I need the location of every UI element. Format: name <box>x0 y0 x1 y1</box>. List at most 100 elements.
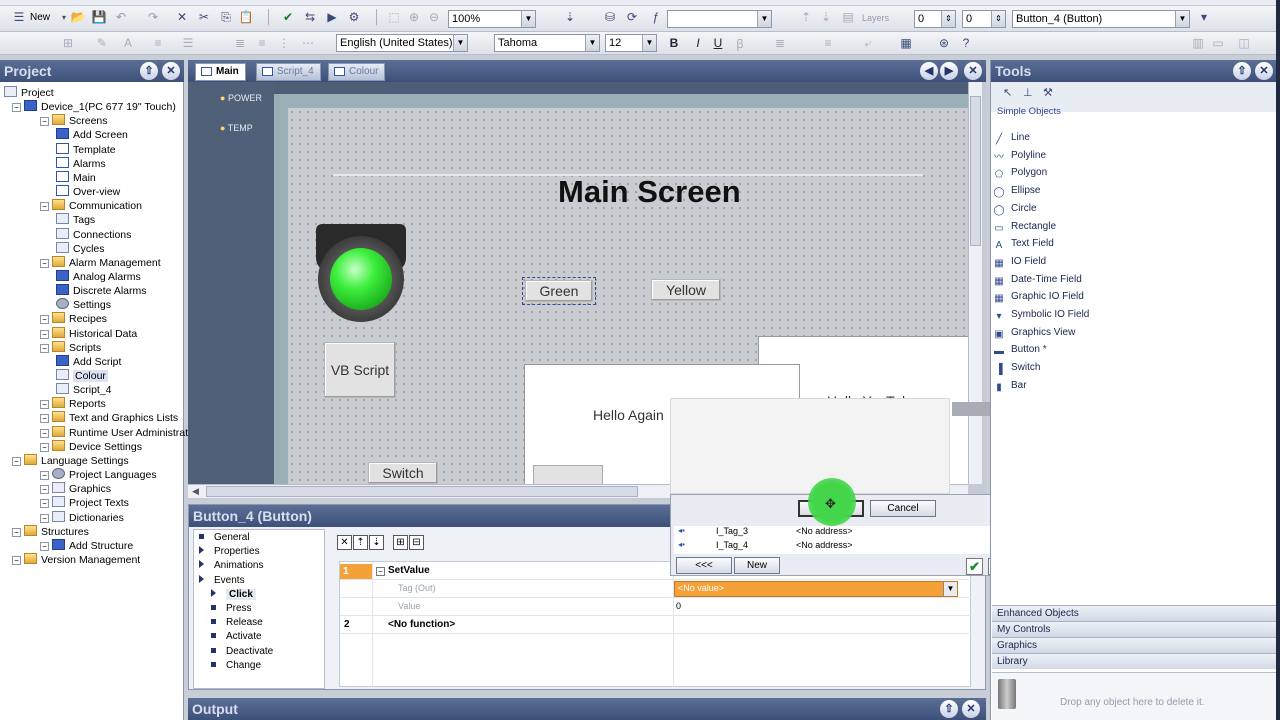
pointer-icon[interactable]: ↖ <box>1003 86 1012 99</box>
text-rotate-icon[interactable]: ꞵ <box>732 35 748 51</box>
expand-toggle-icon[interactable]: − <box>40 428 49 438</box>
runtime-icon[interactable]: ▶ <box>324 9 340 25</box>
underline-button[interactable]: U <box>710 35 726 51</box>
pin-icon[interactable]: ⇧ <box>1233 62 1251 80</box>
paste-icon[interactable]: 📋 <box>238 9 254 25</box>
layer-icon[interactable]: ▤ <box>840 9 856 25</box>
tree-item[interactable]: − Alarm Management <box>40 255 161 270</box>
properties-nav-item[interactable]: Animations <box>199 560 263 571</box>
expand-toggle-icon[interactable]: − <box>40 499 49 509</box>
tool-item[interactable]: ▮ Bar <box>992 377 1026 394</box>
align-tool-icon[interactable]: ⊥ <box>1023 86 1033 99</box>
tree-item[interactable]: − Dictionaries <box>40 510 124 525</box>
properties-nav-item[interactable]: Activate <box>211 631 262 642</box>
text-align-icon[interactable]: ≣ <box>772 35 788 51</box>
scroll-thumb[interactable] <box>970 96 981 246</box>
tool-item[interactable]: ⬠ Polygon <box>992 164 1048 181</box>
new-icon[interactable]: ☰ <box>12 9 26 25</box>
tools-category[interactable]: Enhanced Objects <box>992 605 1276 621</box>
align-left-icon[interactable]: ⊞ <box>60 35 76 51</box>
expand-toggle-icon[interactable]: − <box>40 414 49 424</box>
tree-item[interactable]: − Project Languages <box>40 468 157 482</box>
expand-toggle-icon[interactable]: − <box>40 117 49 127</box>
tree-item[interactable]: − Device Settings <box>40 439 142 454</box>
font-select[interactable]: Tahoma ▼ <box>494 34 600 52</box>
window-split-icon[interactable]: ◫ <box>1236 35 1252 51</box>
font-size-select[interactable]: 12 ▼ <box>605 34 657 52</box>
properties-nav-item[interactable]: Events <box>199 574 245 586</box>
function-icon[interactable]: ƒ <box>648 9 664 25</box>
expand-toggle-icon[interactable]: − <box>40 400 49 410</box>
text-wrap-icon[interactable]: ⤶ <box>860 35 876 51</box>
properties-icon[interactable]: ▾ <box>1196 9 1212 25</box>
tree-item[interactable]: Alarms <box>56 156 106 171</box>
hscroll-thumb[interactable] <box>206 486 638 497</box>
table-row[interactable]: Value 0 <box>340 599 972 616</box>
layer-down-icon[interactable]: ⇣ <box>818 9 834 25</box>
tree-item[interactable]: − Recipes <box>40 312 107 326</box>
yellow-button[interactable]: Yellow <box>651 279 721 301</box>
vb-script-button[interactable]: VB Script <box>324 342 396 398</box>
tab-script4[interactable]: Script_4 <box>256 63 321 81</box>
tree-item[interactable]: Discrete Alarms <box>56 284 147 298</box>
italic-button[interactable]: I <box>690 35 706 51</box>
expand-toggle-icon[interactable]: − <box>40 471 49 481</box>
cut-icon[interactable]: ✂ <box>196 9 212 25</box>
tree-item[interactable]: − Scripts <box>40 340 101 355</box>
expand-toggle-icon[interactable]: − <box>40 485 49 495</box>
expand-icon[interactable]: ⊞ <box>393 535 408 550</box>
bold-button[interactable]: B <box>666 35 682 51</box>
expand-toggle-icon[interactable]: − <box>12 456 21 466</box>
tree-item[interactable]: − Structures <box>12 524 89 539</box>
tab-prev-icon[interactable]: ◀ <box>920 62 938 80</box>
table-row[interactable]: 2 <No function> <box>340 617 972 634</box>
tree-item[interactable]: − Project Texts <box>40 496 129 510</box>
object-combo[interactable]: ▼ <box>667 10 772 28</box>
expand-toggle-icon[interactable]: − <box>40 442 49 452</box>
fill-color-icon[interactable]: A <box>120 35 136 51</box>
expand-toggle-icon[interactable]: − <box>12 527 21 537</box>
tree-item[interactable]: Cycles <box>56 241 105 256</box>
expand-toggle-icon[interactable]: − <box>40 315 49 325</box>
tree-item[interactable]: Connections <box>56 227 131 242</box>
simulate-icon[interactable]: ⚙ <box>346 9 362 25</box>
open-icon[interactable]: 📂 <box>70 9 86 25</box>
transfer-icon[interactable]: ⇆ <box>302 9 318 25</box>
distribute-icon[interactable]: ⋮ <box>276 35 292 51</box>
text-valign-icon[interactable]: ≡ <box>820 35 836 51</box>
properties-nav-item[interactable]: Release <box>211 617 263 628</box>
align-icon[interactable]: ≣ <box>232 35 248 51</box>
layer-up-icon[interactable]: ⇡ <box>798 9 814 25</box>
copy-icon[interactable]: ⎘ <box>218 9 234 25</box>
line-style-icon[interactable]: ≡ <box>150 35 166 51</box>
delete-icon[interactable]: ✕ <box>174 9 190 25</box>
table-row[interactable]: Tag (Out) <No value> ▼ <box>340 581 972 598</box>
tool-item[interactable]: ◯ Circle <box>992 200 1036 217</box>
save-icon[interactable]: 💾 <box>91 9 107 25</box>
back-button[interactable]: <<< <box>676 557 732 574</box>
tools-category[interactable]: Library <box>992 653 1276 669</box>
tree-item[interactable]: Script_4 <box>56 383 112 397</box>
tree-item[interactable]: − Communication <box>40 199 142 213</box>
line-width-icon[interactable]: ☰ <box>180 35 196 51</box>
tool-item[interactable]: ▦ Graphic IO Field <box>992 288 1084 305</box>
tool-item[interactable]: ◯ Ellipse <box>992 182 1040 199</box>
tree-item[interactable]: − Text and Graphics Lists <box>40 411 178 425</box>
tree-item[interactable]: Template <box>56 142 116 157</box>
layout-icon[interactable]: ▥ <box>1190 35 1206 51</box>
refresh-icon[interactable]: ⟳ <box>624 9 640 25</box>
tool-item[interactable]: ▐ Switch <box>992 359 1040 376</box>
hello-panel-button[interactable] <box>533 465 603 484</box>
tree-item[interactable]: − Version Management <box>12 552 140 567</box>
tree-item[interactable]: Settings <box>56 298 111 312</box>
zoom-in-icon[interactable]: ⊕ <box>406 9 422 25</box>
tree-item[interactable]: − Screens <box>40 114 108 128</box>
tree-item[interactable]: Colour <box>56 369 108 383</box>
close-icon[interactable]: ✕ <box>964 62 982 80</box>
tools-category[interactable]: Graphics <box>992 637 1276 653</box>
tool-item[interactable]: ▣ Graphics View <box>992 324 1075 341</box>
layer-from-field[interactable]: 0 ⇕ <box>914 10 956 28</box>
tool-item[interactable]: ▦ Date-Time Field <box>992 271 1082 288</box>
new-button[interactable]: New <box>30 12 50 23</box>
expand-toggle-icon[interactable]: − <box>40 258 49 268</box>
